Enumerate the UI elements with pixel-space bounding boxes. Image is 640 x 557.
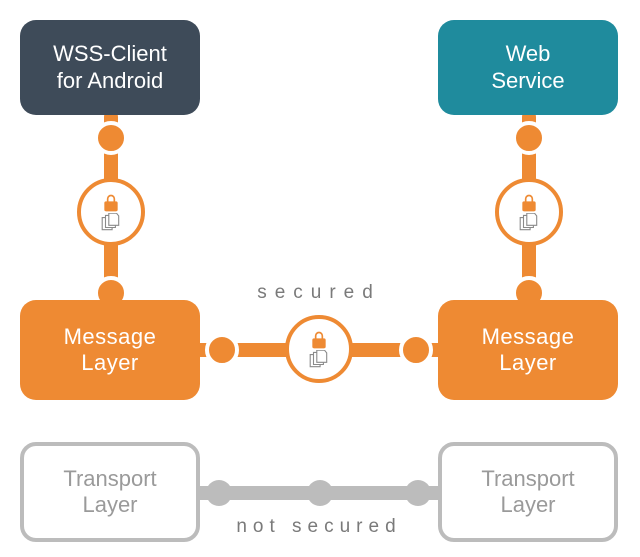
node-trans-right-line1: Transport — [481, 466, 574, 492]
node-msg-left-line1: Message — [64, 324, 157, 350]
node-client-line2: for Android — [53, 68, 167, 94]
dot — [307, 480, 333, 506]
node-trans-right: Transport Layer — [438, 442, 618, 542]
lock-icon — [519, 193, 539, 213]
dot — [405, 480, 431, 506]
files-icon — [100, 213, 122, 231]
dot — [205, 333, 239, 367]
badge-left — [77, 178, 145, 246]
node-service-line2: Service — [491, 68, 564, 94]
node-trans-right-line2: Layer — [481, 492, 574, 518]
node-client-line1: WSS-Client — [53, 41, 167, 67]
node-msg-left-line2: Layer — [64, 350, 157, 376]
files-icon — [308, 350, 330, 368]
node-trans-left: Transport Layer — [20, 442, 200, 542]
files-icon — [518, 213, 540, 231]
lock-icon — [309, 330, 329, 350]
label-secured: secured — [219, 282, 419, 304]
node-msg-right: Message Layer — [438, 300, 618, 400]
dot — [94, 121, 128, 155]
diagram-canvas: WSS-Client for Android Web Service Messa… — [0, 0, 640, 557]
node-trans-left-line2: Layer — [63, 492, 156, 518]
label-not-secured: not secured — [219, 516, 419, 538]
badge-right — [495, 178, 563, 246]
dot — [399, 333, 433, 367]
dot — [512, 121, 546, 155]
node-msg-right-line2: Layer — [482, 350, 575, 376]
lock-icon — [101, 193, 121, 213]
node-msg-right-line1: Message — [482, 324, 575, 350]
badge-center — [285, 315, 353, 383]
node-service: Web Service — [438, 20, 618, 115]
node-client: WSS-Client for Android — [20, 20, 200, 115]
node-service-line1: Web — [491, 41, 564, 67]
dot — [206, 480, 232, 506]
node-msg-left: Message Layer — [20, 300, 200, 400]
node-trans-left-line1: Transport — [63, 466, 156, 492]
